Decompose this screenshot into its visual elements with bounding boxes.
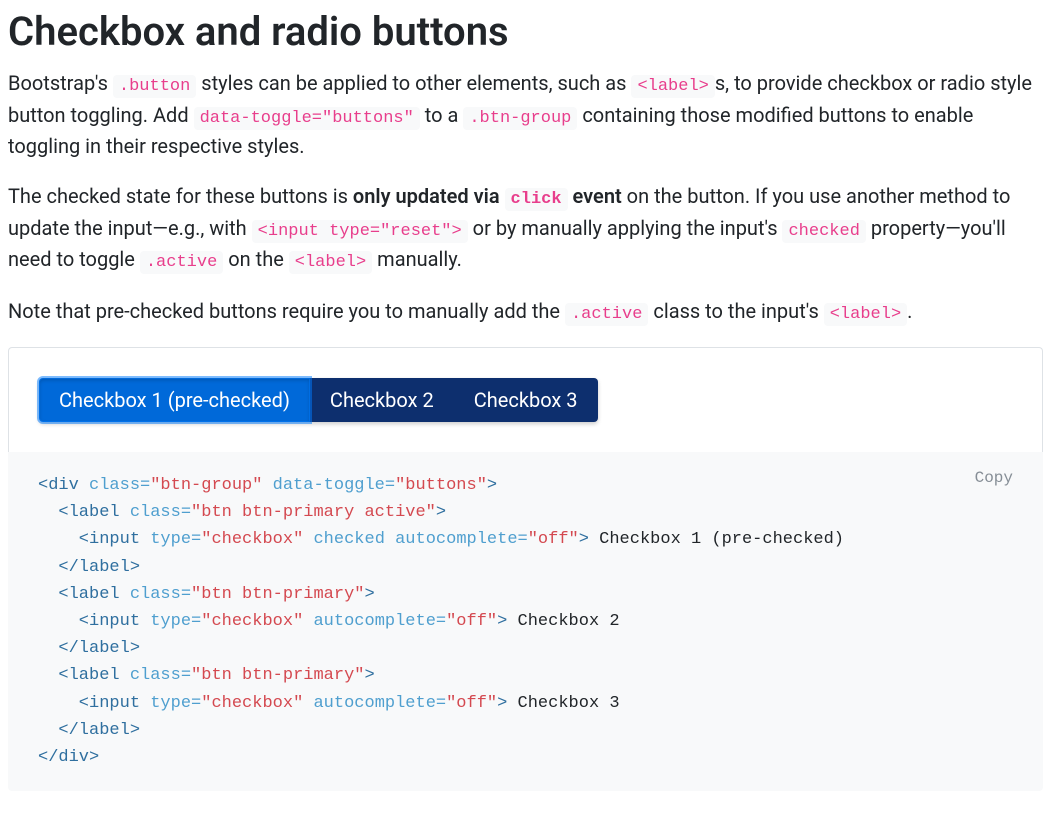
- code-block: Copy <div class="btn-group" data-toggle=…: [8, 452, 1043, 791]
- text: The checked state for these buttons is: [8, 184, 353, 208]
- intro-paragraph-1: Bootstrap's .button styles can be applie…: [8, 68, 1043, 161]
- code-pre: <div class="btn-group" data-toggle="butt…: [38, 472, 1013, 771]
- text: Note that pre-checked buttons require yo…: [8, 299, 565, 323]
- example-panel: Checkbox 1 (pre-checked) Checkbox 2 Chec…: [8, 347, 1043, 452]
- code-inline: checked: [782, 220, 865, 243]
- page-heading: Checkbox and radio buttons: [8, 8, 1043, 56]
- strong-text: only updated via click event: [353, 184, 622, 208]
- checkbox-button-2[interactable]: Checkbox 2: [310, 378, 454, 422]
- text: manually.: [372, 247, 462, 271]
- code-inline: <label>: [631, 75, 714, 98]
- code-inline: <label>: [824, 303, 907, 326]
- checkbox-button-3[interactable]: Checkbox 3: [454, 378, 598, 422]
- code-inline: .active: [565, 303, 648, 326]
- checkbox-button-1[interactable]: Checkbox 1 (pre-checked): [39, 378, 310, 422]
- code-inline: .button: [113, 75, 196, 98]
- code-inline: <label>: [289, 251, 372, 274]
- button-group: Checkbox 1 (pre-checked) Checkbox 2 Chec…: [39, 378, 598, 422]
- code-inline: .active: [140, 251, 223, 274]
- intro-paragraph-3: Note that pre-checked buttons require yo…: [8, 296, 1043, 328]
- text: styles can be applied to other elements,…: [196, 71, 631, 95]
- intro-paragraph-2: The checked state for these buttons is o…: [8, 181, 1043, 276]
- text: on the: [223, 247, 289, 271]
- text: Bootstrap's: [8, 71, 113, 95]
- code-inline: <input type="reset">: [252, 220, 468, 243]
- copy-button[interactable]: Copy: [969, 468, 1019, 488]
- text: to a: [420, 103, 464, 127]
- code-inline: .btn-group: [463, 107, 577, 130]
- text: or by manually applying the input's: [468, 216, 783, 240]
- code-inline: data-toggle="buttons": [194, 107, 420, 130]
- text: class to the input's: [648, 299, 823, 323]
- code-inline: click: [505, 188, 568, 211]
- text: .: [907, 299, 912, 323]
